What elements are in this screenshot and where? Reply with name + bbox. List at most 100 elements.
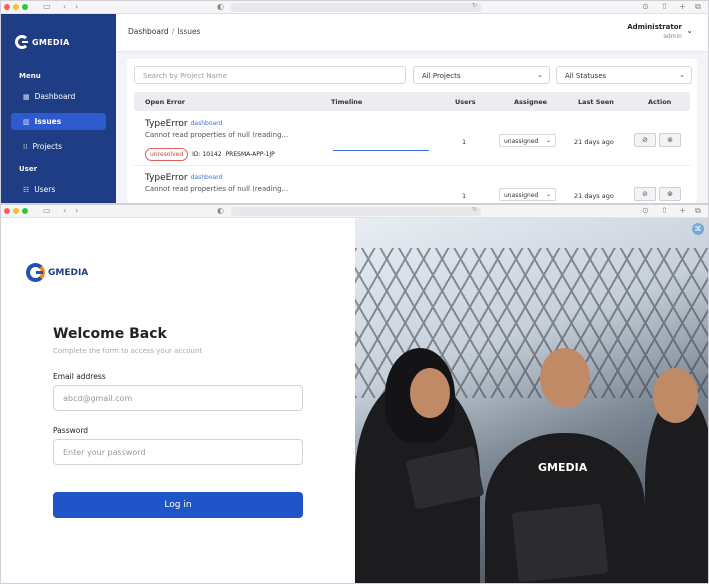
- download-icon[interactable]: ⊙: [642, 2, 649, 12]
- project-filter-select[interactable]: All Projects ⌄: [413, 66, 550, 84]
- resolve-button[interactable]: ⊘: [634, 187, 656, 201]
- resolve-button[interactable]: ⊘: [634, 133, 656, 147]
- sidebar: GMEDIA Menu ▦ Dashboard ▥ Issues ⁞⁞ Proj…: [1, 14, 116, 203]
- project-code: PRESMA-APP-1JP: [225, 151, 275, 158]
- error-type: TypeError: [145, 119, 188, 129]
- breadcrumb-dashboard-link[interactable]: Dashboard: [128, 27, 169, 36]
- dashboard-window: ▭ ‹ › ◐ ↻ ⊙ ⇧ + ⧉ GMEDIA Menu ▦ Dashboar…: [0, 0, 709, 204]
- face-left-image: [410, 368, 450, 418]
- column-header-assignee: Assignee: [514, 98, 548, 106]
- chevron-down-icon: ⌄: [537, 71, 543, 79]
- status-filter-value: All Statuses: [565, 72, 607, 80]
- scan-icon[interactable]: ⌘: [692, 223, 704, 235]
- sidebar-item-projects[interactable]: ⁞⁞ Projects: [11, 138, 106, 155]
- shirt-logo-text: GMEDIA: [538, 461, 588, 474]
- users-count: 1: [462, 192, 467, 200]
- window-controls: [4, 4, 28, 10]
- breadcrumb-separator: /: [171, 27, 175, 36]
- sidebar-item-label: Users: [34, 185, 56, 194]
- column-header-action: Action: [648, 98, 672, 106]
- reload-icon[interactable]: ↻: [472, 206, 477, 213]
- brand-logo: GMEDIA: [26, 263, 88, 282]
- chevron-down-icon: ⌄: [545, 137, 551, 144]
- minimize-window-button[interactable]: [13, 4, 19, 10]
- bars-icon: ▥: [23, 117, 30, 126]
- tabs-icon[interactable]: ⧉: [695, 206, 701, 216]
- maximize-window-button[interactable]: [22, 208, 28, 214]
- browser-toolbar: ▭ ‹ › ◐ ↻ ⊙ ⇧ + ⧉: [1, 205, 708, 218]
- column-header-last-seen: Last Seen: [578, 98, 614, 106]
- sidebar-user-header: User: [19, 165, 38, 173]
- password-field[interactable]: Enter your password: [53, 439, 303, 465]
- share-icon[interactable]: ⇧: [661, 2, 668, 12]
- chevron-down-icon: ⌄: [545, 191, 551, 198]
- sidebar-item-issues[interactable]: ▥ Issues: [11, 113, 106, 130]
- project-filter-value: All Projects: [422, 72, 461, 80]
- grid-icon: ▦: [23, 92, 30, 101]
- check-circle-icon: ⊘: [642, 190, 648, 198]
- assignee-value: unassigned: [504, 138, 539, 145]
- users-count: 1: [462, 138, 467, 146]
- dots-grid-icon: ⁞⁞: [23, 142, 28, 151]
- sidebar-item-label: Issues: [34, 117, 62, 126]
- sidebar-item-label: Projects: [32, 142, 63, 151]
- table-row[interactable]: TypeError dashboard Cannot read propertie…: [134, 168, 690, 203]
- filter-bar: Search by Project Name All Projects ⌄ Al…: [134, 66, 692, 84]
- back-icon[interactable]: ‹: [63, 2, 66, 12]
- user-name: Administrator: [627, 23, 682, 31]
- minimize-window-button[interactable]: [13, 208, 19, 214]
- close-window-button[interactable]: [4, 208, 10, 214]
- email-field[interactable]: abcd@gmail.com: [53, 385, 303, 411]
- sidebar-icon[interactable]: ▭: [43, 2, 51, 12]
- tabs-icon[interactable]: ⧉: [695, 2, 701, 12]
- status-filter-select[interactable]: All Statuses ⌄: [556, 66, 692, 84]
- new-tab-icon[interactable]: +: [679, 2, 686, 12]
- back-icon[interactable]: ‹: [63, 206, 66, 216]
- sidebar-item-label: Dashboard: [34, 92, 76, 101]
- shield-icon[interactable]: ◐: [217, 206, 224, 216]
- reload-icon[interactable]: ↻: [472, 2, 477, 9]
- forward-icon[interactable]: ›: [75, 206, 78, 216]
- breadcrumb: Dashboard / Issues: [128, 27, 201, 36]
- forward-icon[interactable]: ›: [75, 2, 78, 12]
- timeline-sparkline: [333, 150, 429, 151]
- email-label: Email address: [53, 372, 106, 381]
- user-menu[interactable]: Administrator admin: [627, 23, 682, 41]
- check-circle-icon: ⊘: [642, 136, 648, 144]
- last-seen: 21 days ago: [574, 192, 614, 200]
- address-bar[interactable]: ↻: [231, 206, 481, 216]
- login-button[interactable]: Log in: [53, 492, 303, 518]
- issue-id: ID: 10142: [192, 151, 222, 158]
- error-tag[interactable]: dashboard: [191, 120, 223, 127]
- assignee-select[interactable]: unassigned ⌄: [499, 134, 556, 147]
- face-right-image: [653, 368, 698, 423]
- face-center-image: [540, 348, 590, 408]
- page-subtitle: Complete the form to access your account: [53, 347, 203, 355]
- error-message: Cannot read properties of null (reading.…: [145, 131, 289, 139]
- tablet-center-image: [511, 503, 609, 583]
- issues-card: Search by Project Name All Projects ⌄ Al…: [127, 59, 697, 203]
- ignore-button[interactable]: ⊗: [659, 187, 681, 201]
- error-tag[interactable]: dashboard: [191, 174, 223, 181]
- maximize-window-button[interactable]: [22, 4, 28, 10]
- address-bar[interactable]: ↻: [231, 2, 481, 12]
- ignore-button[interactable]: ⊗: [659, 133, 681, 147]
- chevron-down-icon[interactable]: ⌄: [686, 26, 693, 35]
- column-header-open-error: Open Error: [145, 98, 185, 106]
- table-row[interactable]: TypeError dashboard Cannot read propertie…: [134, 114, 690, 166]
- search-input[interactable]: Search by Project Name: [134, 66, 406, 84]
- users-icon: ☷: [23, 185, 30, 194]
- assignee-select[interactable]: unassigned ⌄: [499, 188, 556, 201]
- sidebar-icon[interactable]: ▭: [43, 206, 51, 216]
- download-icon[interactable]: ⊙: [642, 206, 649, 216]
- sidebar-item-users[interactable]: ☷ Users: [11, 181, 106, 198]
- shield-icon[interactable]: ◐: [217, 2, 224, 12]
- login-window: ▭ ‹ › ◐ ↻ ⊙ ⇧ + ⧉ GMEDIA Welcome Back Co…: [0, 204, 709, 584]
- brand-logo[interactable]: GMEDIA: [1, 14, 116, 49]
- close-window-button[interactable]: [4, 4, 10, 10]
- error-type: TypeError: [145, 173, 188, 183]
- top-bar: Dashboard / Issues Administrator admin ⌄: [116, 14, 708, 52]
- new-tab-icon[interactable]: +: [679, 206, 686, 216]
- sidebar-item-dashboard[interactable]: ▦ Dashboard: [11, 88, 106, 105]
- share-icon[interactable]: ⇧: [661, 206, 668, 216]
